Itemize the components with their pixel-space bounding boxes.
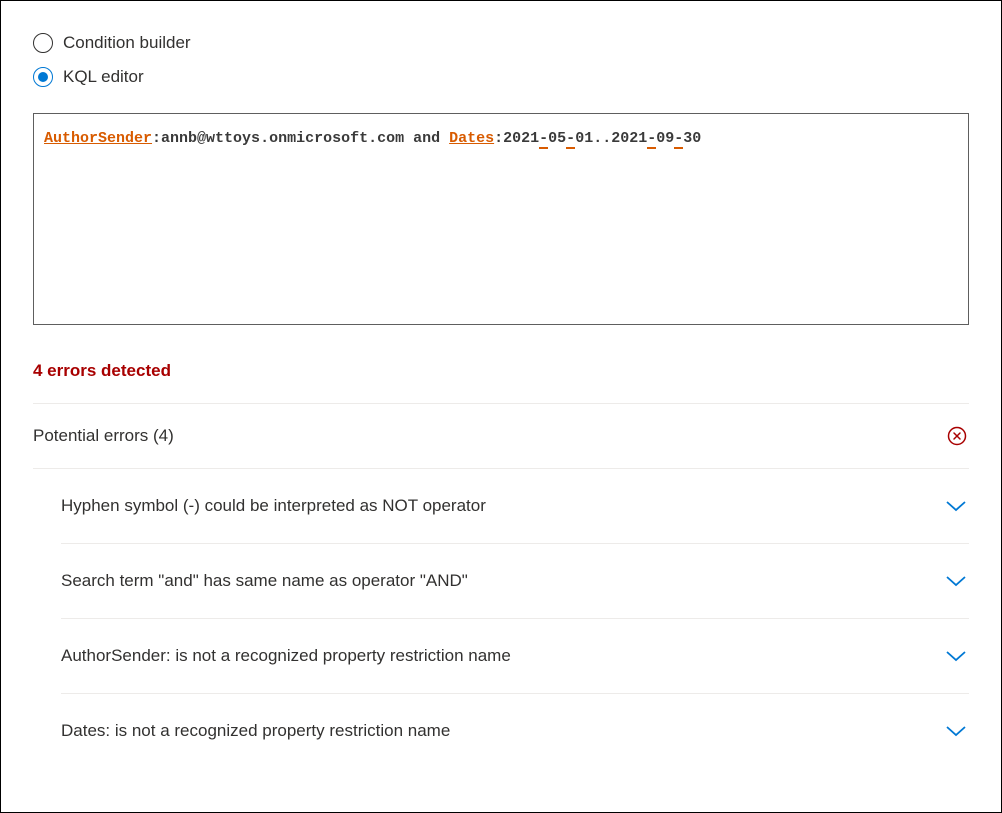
error-item[interactable]: Dates: is not a recognized property rest… (61, 694, 969, 768)
kql-text: 09 (656, 130, 674, 147)
error-item[interactable]: Hyphen symbol (-) could be interpreted a… (61, 469, 969, 544)
kql-text: : (494, 130, 503, 147)
error-item[interactable]: Search term "and" has same name as opera… (61, 544, 969, 619)
error-item[interactable]: AuthorSender: is not a recognized proper… (61, 619, 969, 694)
potential-errors-header[interactable]: Potential errors (4) (33, 404, 969, 469)
radio-icon-selected (33, 67, 53, 87)
kql-text: annb@wttoys.onmicrosoft.com and (161, 130, 449, 147)
kql-hyphen: - (539, 130, 548, 149)
radio-label: Condition builder (63, 33, 191, 53)
kql-text: : (152, 130, 161, 147)
kql-text: 0 (692, 130, 701, 147)
error-list: Hyphen symbol (-) could be interpreted a… (33, 469, 969, 768)
radio-kql-editor[interactable]: KQL editor (33, 67, 969, 87)
kql-hyphen: - (566, 130, 575, 149)
chevron-down-icon (945, 570, 967, 592)
radio-icon (33, 33, 53, 53)
chevron-down-icon (945, 645, 967, 667)
kql-hyphen: - (647, 130, 656, 149)
kql-text: 2021 (503, 130, 539, 147)
error-text: AuthorSender: is not a recognized proper… (61, 646, 511, 666)
kql-text: 3 (683, 130, 692, 147)
radio-label: KQL editor (63, 67, 144, 87)
kql-text: 05 (548, 130, 566, 147)
kql-text: 2021 (611, 130, 647, 147)
potential-errors-label: Potential errors (4) (33, 426, 174, 446)
radio-condition-builder[interactable]: Condition builder (33, 33, 969, 53)
chevron-down-icon (945, 720, 967, 742)
error-text: Dates: is not a recognized property rest… (61, 721, 450, 741)
kql-property-token: AuthorSender (44, 130, 152, 147)
kql-text: .. (593, 130, 611, 147)
error-summary: 4 errors detected (33, 361, 969, 404)
kql-hyphen: - (674, 130, 683, 149)
kql-property-token: Dates (449, 130, 494, 147)
query-mode-radio-group: Condition builder KQL editor (33, 33, 969, 87)
close-icon[interactable] (947, 426, 967, 446)
kql-text: 01 (575, 130, 593, 147)
chevron-down-icon (945, 495, 967, 517)
error-text: Hyphen symbol (-) could be interpreted a… (61, 496, 486, 516)
kql-editor-textarea[interactable]: AuthorSender:annb@wttoys.onmicrosoft.com… (33, 113, 969, 325)
error-text: Search term "and" has same name as opera… (61, 571, 468, 591)
radio-inner-dot (38, 72, 48, 82)
